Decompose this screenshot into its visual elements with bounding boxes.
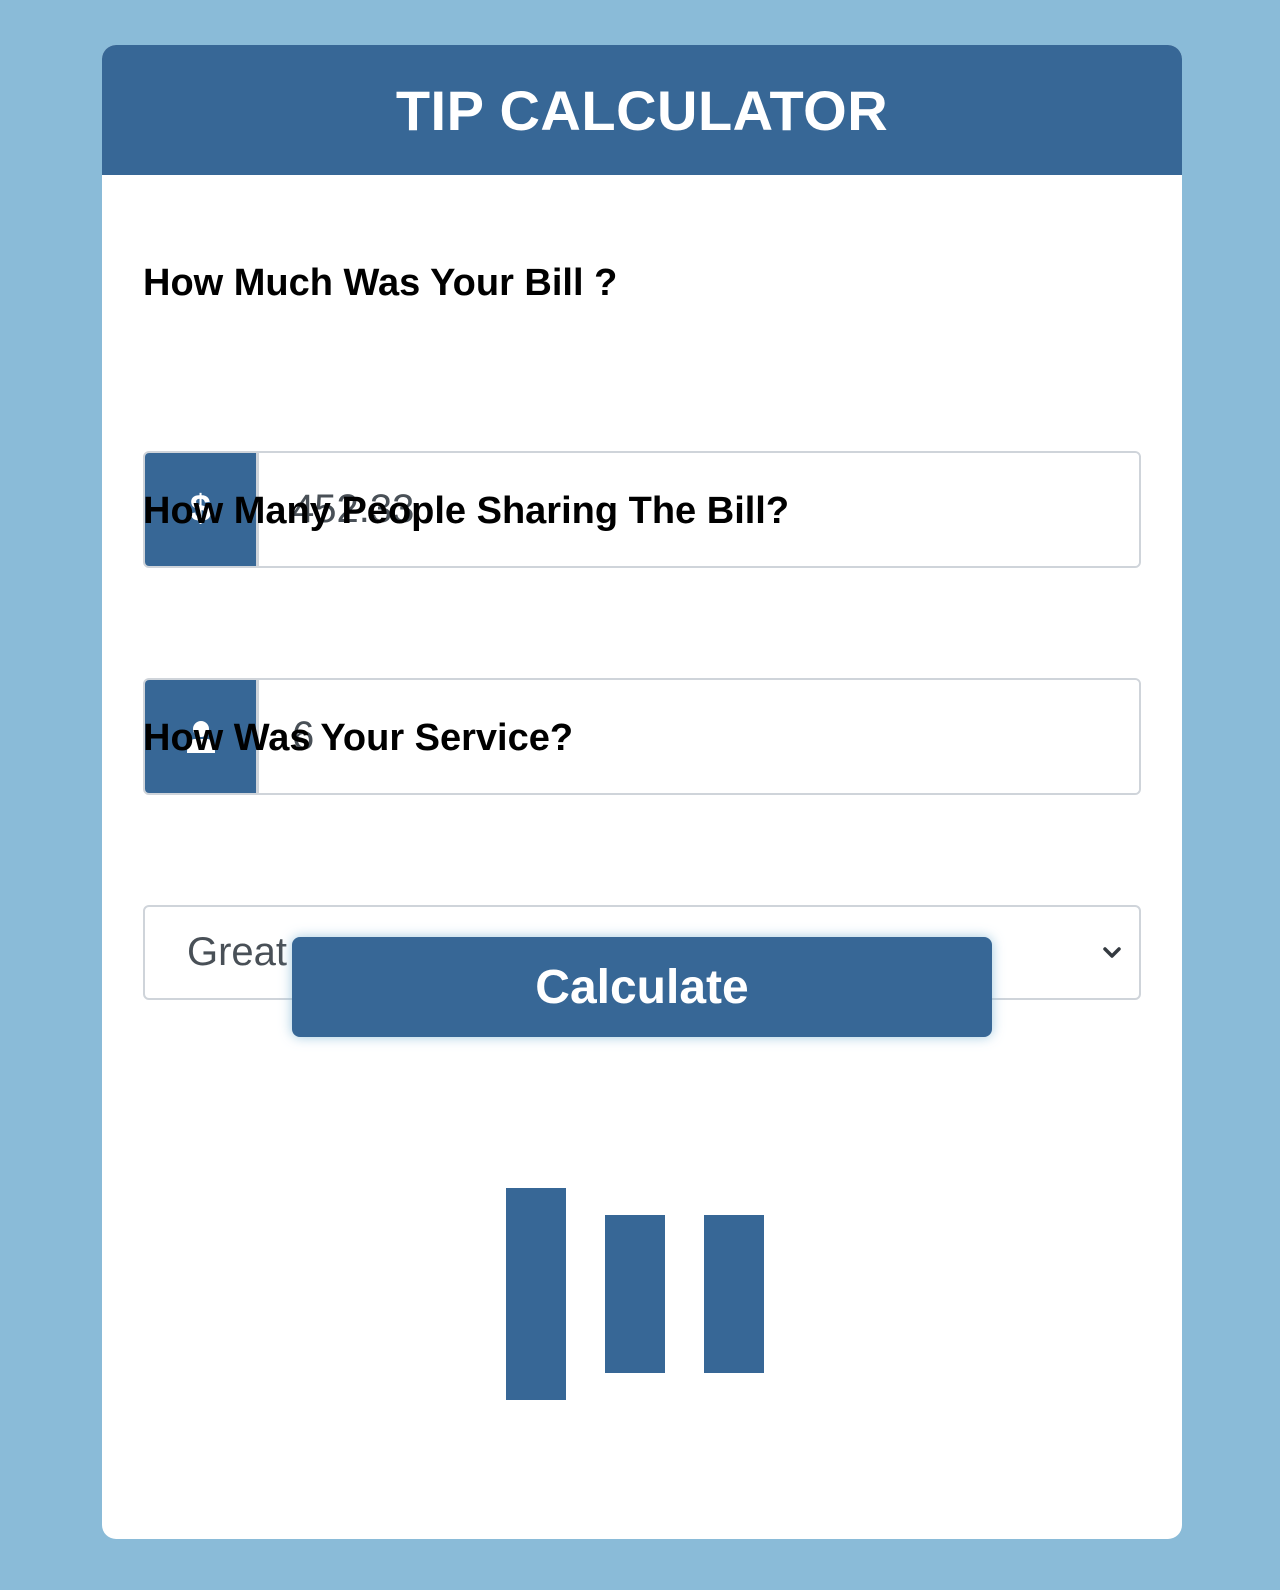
people-label: How Many People Sharing The Bill? (143, 490, 790, 532)
calculate-button[interactable]: Calculate (292, 937, 992, 1037)
bill-label: How Much Was Your Bill ? (143, 262, 618, 304)
tip-calculator-card: TIP CALCULATOR How Much Was Your Bill ? … (102, 45, 1182, 1539)
chevron-down-icon (1103, 946, 1121, 958)
loading-bar (704, 1215, 764, 1373)
loading-bar (506, 1188, 566, 1400)
card-header: TIP CALCULATOR (102, 45, 1182, 175)
loading-bar (605, 1215, 665, 1373)
service-label: How Was Your Service? (143, 717, 574, 759)
page-title: TIP CALCULATOR (395, 78, 889, 142)
